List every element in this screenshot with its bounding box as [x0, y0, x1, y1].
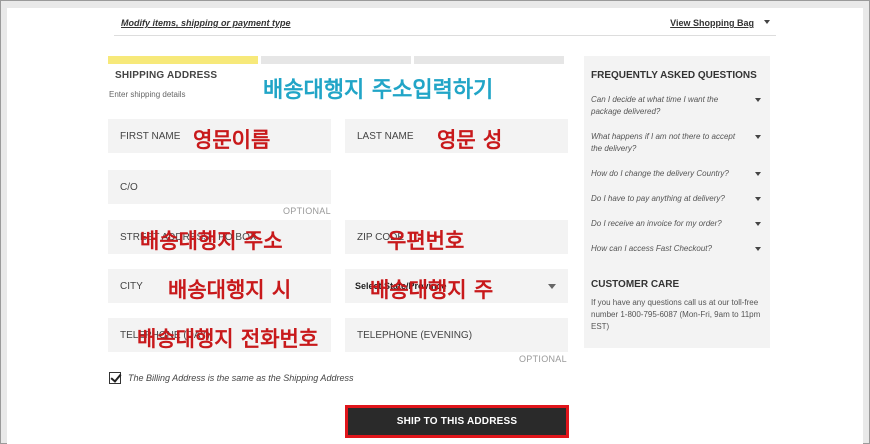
faq-question: Do I receive an invoice for my order?: [591, 219, 722, 228]
customer-care-text: If you have any questions call us at our…: [591, 298, 761, 331]
faq-question: Do I have to pay anything at delivery?: [591, 194, 725, 203]
telephone-optional-label: OPTIONAL: [519, 354, 567, 364]
city-placeholder: CITY: [120, 281, 143, 292]
chevron-down-icon: [755, 247, 761, 251]
ship-to-address-button[interactable]: SHIP TO THIS ADDRESS: [345, 405, 569, 438]
faq-item[interactable]: What happens if I am not there to accept…: [591, 131, 763, 155]
annotation-title: 배송대행지 주소입력하기: [263, 78, 494, 103]
first-name-placeholder: FIRST NAME: [120, 131, 181, 142]
annotation-first-name: 영문이름: [193, 128, 271, 152]
faq-question: Can I decide at what time I want the pac…: [591, 95, 719, 116]
chevron-down-icon[interactable]: [764, 20, 770, 24]
faq-item[interactable]: Do I have to pay anything at delivery?: [591, 193, 763, 205]
annotation-street: 배송대행지 주소: [140, 229, 283, 253]
chevron-down-icon: [755, 172, 761, 176]
chevron-down-icon: [755, 135, 761, 139]
co-optional-label: OPTIONAL: [283, 206, 331, 216]
faq-item[interactable]: Do I receive an invoice for my order?: [591, 218, 763, 230]
checkout-page: Modify items, shipping or payment type V…: [7, 8, 863, 444]
faq-heading: FREQUENTLY ASKED QUESTIONS: [591, 70, 757, 81]
checkout-topbar: Modify items, shipping or payment type V…: [114, 8, 776, 36]
faq-question: How do I change the delivery Country?: [591, 169, 729, 178]
view-shopping-bag-link[interactable]: View Shopping Bag: [670, 18, 754, 28]
faq-item[interactable]: Can I decide at what time I want the pac…: [591, 94, 763, 118]
annotation-state: 배송대행지 주: [370, 278, 494, 302]
billing-same-label: The Billing Address is the same as the S…: [128, 373, 354, 383]
faq-panel: FREQUENTLY ASKED QUESTIONS Can I decide …: [584, 56, 770, 348]
customer-care-heading: CUSTOMER CARE: [591, 279, 680, 290]
annotation-zip: 우편번호: [387, 229, 465, 253]
chevron-down-icon: [755, 98, 761, 102]
shipping-address-heading: SHIPPING ADDRESS: [115, 70, 218, 81]
faq-question: How can I access Fast Checkout?: [591, 244, 712, 253]
progress-step-shipping: [108, 56, 258, 64]
co-placeholder: C/O: [120, 182, 138, 193]
co-field[interactable]: C/O: [108, 170, 331, 204]
shipping-address-subtitle: Enter shipping details: [109, 90, 186, 99]
billing-same-checkbox[interactable]: [109, 372, 121, 384]
progress-step-payment: [261, 56, 411, 64]
progress-step-review: [414, 56, 564, 64]
faq-item[interactable]: How do I change the delivery Country?: [591, 168, 763, 180]
chevron-down-icon: [755, 197, 761, 201]
modify-order-link[interactable]: Modify items, shipping or payment type: [121, 18, 291, 28]
faq-item[interactable]: How can I access Fast Checkout?: [591, 243, 763, 255]
annotation-city: 배송대행지 시: [168, 278, 292, 302]
faq-question: What happens if I am not there to accept…: [591, 132, 736, 153]
chevron-down-icon: [548, 284, 556, 289]
telephone-evening-placeholder: TELEPHONE (EVENING): [357, 330, 473, 341]
annotation-phone: 배송대행지 전화번호: [137, 327, 319, 351]
last-name-placeholder: LAST NAME: [357, 131, 414, 142]
chevron-down-icon: [755, 222, 761, 226]
telephone-evening-field[interactable]: TELEPHONE (EVENING): [345, 318, 568, 352]
annotation-last-name: 영문 성: [437, 128, 503, 152]
